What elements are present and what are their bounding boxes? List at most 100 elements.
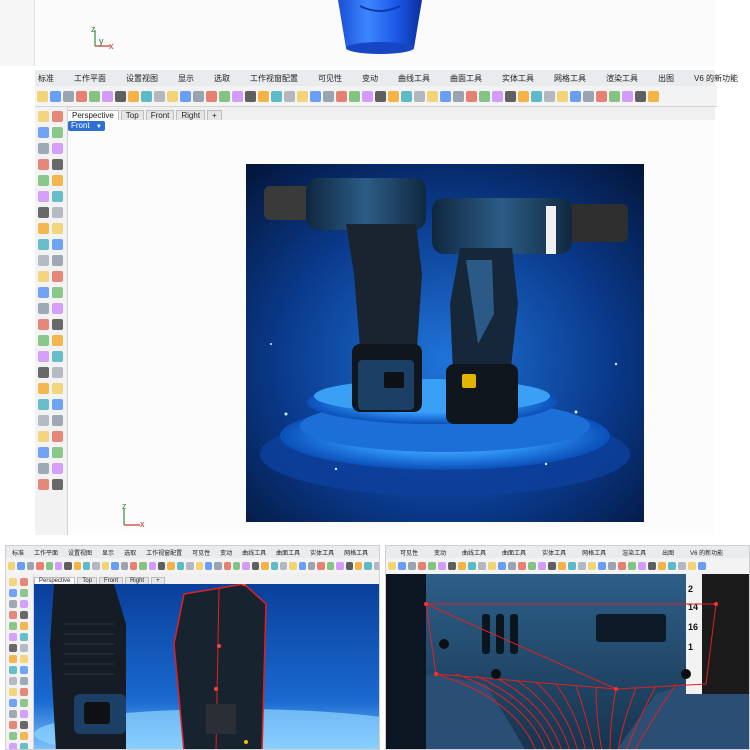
pan-icon[interactable] bbox=[468, 562, 476, 570]
light-icon[interactable] bbox=[364, 562, 372, 570]
zoom-window-icon[interactable] bbox=[308, 562, 316, 570]
save-icon[interactable] bbox=[63, 90, 74, 102]
copy-icon[interactable] bbox=[102, 90, 113, 102]
mirror-icon[interactable] bbox=[52, 255, 63, 266]
surface-icon[interactable] bbox=[52, 175, 63, 186]
color-icon[interactable] bbox=[139, 562, 147, 570]
menu-curve-tools[interactable]: 曲线工具 bbox=[398, 73, 430, 84]
bl-menu-curve-tools[interactable]: 曲线工具 bbox=[242, 548, 266, 557]
print-icon[interactable] bbox=[36, 562, 44, 570]
copy-icon[interactable] bbox=[38, 239, 49, 250]
light-icon[interactable] bbox=[258, 90, 269, 102]
copy-icon[interactable] bbox=[54, 562, 63, 570]
light-icon[interactable] bbox=[167, 562, 175, 570]
fillet-icon[interactable] bbox=[38, 223, 49, 234]
zoom-window-icon[interactable] bbox=[453, 90, 464, 102]
bl-menu-transform[interactable]: 变动 bbox=[220, 548, 232, 557]
cut-icon[interactable] bbox=[362, 90, 373, 102]
pan-icon[interactable] bbox=[414, 90, 425, 102]
properties-icon[interactable] bbox=[578, 562, 586, 570]
sphere-icon[interactable] bbox=[9, 644, 17, 652]
new-file-icon[interactable] bbox=[310, 90, 321, 102]
grid-icon[interactable] bbox=[129, 562, 138, 570]
offset-icon[interactable] bbox=[20, 710, 28, 718]
line-icon[interactable] bbox=[38, 351, 49, 362]
render-icon[interactable] bbox=[232, 90, 243, 102]
undo-icon[interactable] bbox=[668, 562, 676, 570]
br-menu-layout[interactable]: 出图 bbox=[662, 548, 674, 557]
zoom-extents-icon[interactable] bbox=[466, 90, 477, 102]
open-icon[interactable] bbox=[323, 90, 334, 102]
print-icon[interactable] bbox=[233, 562, 241, 570]
paste-icon[interactable] bbox=[115, 90, 126, 102]
rotate-icon[interactable] bbox=[289, 562, 297, 570]
new-file-icon[interactable] bbox=[598, 562, 606, 570]
sphere-icon[interactable] bbox=[38, 207, 49, 218]
pan-icon[interactable] bbox=[678, 562, 686, 570]
curve-icon[interactable] bbox=[9, 600, 17, 608]
color-icon[interactable] bbox=[492, 90, 503, 102]
br-menu-render-tools[interactable]: 渲染工具 bbox=[622, 548, 646, 557]
cut-icon[interactable] bbox=[635, 90, 646, 102]
menu-render-tools[interactable]: 渲染工具 bbox=[606, 73, 638, 84]
boolean-icon[interactable] bbox=[52, 431, 63, 442]
select-icon[interactable] bbox=[38, 335, 49, 346]
pan-icon[interactable] bbox=[83, 562, 91, 570]
undo-icon[interactable] bbox=[73, 562, 81, 570]
dimension-icon[interactable] bbox=[38, 319, 49, 330]
arc-icon[interactable] bbox=[38, 383, 49, 394]
br-viewport[interactable]: 2 14 16 1 bbox=[386, 574, 749, 749]
zoom-extents-icon[interactable] bbox=[120, 562, 128, 570]
new-file-icon[interactable] bbox=[583, 90, 594, 102]
text-icon[interactable] bbox=[20, 721, 28, 729]
bl-tab-top[interactable]: Top bbox=[77, 577, 98, 584]
polyline-icon[interactable] bbox=[20, 743, 28, 749]
zoom-icon[interactable] bbox=[167, 90, 178, 102]
surface-icon[interactable] bbox=[20, 622, 28, 630]
material-icon[interactable] bbox=[354, 562, 363, 570]
open-icon[interactable] bbox=[608, 562, 616, 570]
bl-tab-front[interactable]: Front bbox=[99, 577, 124, 584]
pan-icon[interactable] bbox=[279, 562, 288, 570]
rotate-icon[interactable] bbox=[52, 239, 63, 250]
zoom-window-icon[interactable] bbox=[111, 562, 119, 570]
bl-menu-viewport-layout[interactable]: 工作视窗配置 bbox=[146, 548, 182, 557]
curve-icon[interactable] bbox=[38, 367, 49, 378]
bl-viewport[interactable] bbox=[34, 584, 379, 749]
print-icon[interactable] bbox=[418, 562, 426, 570]
extrude-icon[interactable] bbox=[38, 415, 49, 426]
main-viewport[interactable]: Front ▼ z x bbox=[68, 120, 715, 535]
new-file-icon[interactable] bbox=[8, 562, 16, 570]
menu-select[interactable]: 选取 bbox=[214, 73, 230, 84]
tab-top[interactable]: Top bbox=[120, 110, 144, 120]
rotate-icon[interactable] bbox=[478, 562, 486, 570]
point-icon[interactable] bbox=[20, 732, 28, 740]
bl-menu-visibility[interactable]: 可见性 bbox=[192, 548, 210, 557]
new-file-icon[interactable] bbox=[37, 90, 48, 102]
undo-icon[interactable] bbox=[458, 562, 466, 570]
color-icon[interactable] bbox=[219, 90, 230, 102]
grid-icon[interactable] bbox=[518, 562, 526, 570]
bl-menu-standard[interactable]: 标准 bbox=[12, 548, 24, 557]
fillet-icon[interactable] bbox=[9, 655, 17, 663]
array-icon[interactable] bbox=[38, 271, 49, 282]
zoom-window-icon[interactable] bbox=[498, 562, 506, 570]
cut-icon[interactable] bbox=[45, 562, 53, 570]
light-icon[interactable] bbox=[558, 562, 566, 570]
box-icon[interactable] bbox=[20, 633, 28, 641]
array-icon[interactable] bbox=[9, 688, 17, 696]
render-icon[interactable] bbox=[505, 90, 516, 102]
polygon-icon[interactable] bbox=[9, 622, 17, 630]
copy-icon[interactable] bbox=[251, 562, 260, 570]
layer-icon[interactable] bbox=[176, 562, 185, 570]
menu-solid-tools[interactable]: 实体工具 bbox=[502, 73, 534, 84]
extrude-icon[interactable] bbox=[9, 633, 17, 641]
tab-right[interactable]: Right bbox=[176, 110, 206, 120]
polyline-icon[interactable] bbox=[52, 127, 63, 138]
boolean-icon[interactable] bbox=[52, 207, 63, 218]
box-icon[interactable] bbox=[52, 415, 63, 426]
print-icon[interactable] bbox=[76, 90, 87, 102]
copy-icon[interactable] bbox=[38, 463, 49, 474]
paste-icon[interactable] bbox=[261, 562, 269, 570]
scale-icon[interactable] bbox=[38, 255, 49, 266]
